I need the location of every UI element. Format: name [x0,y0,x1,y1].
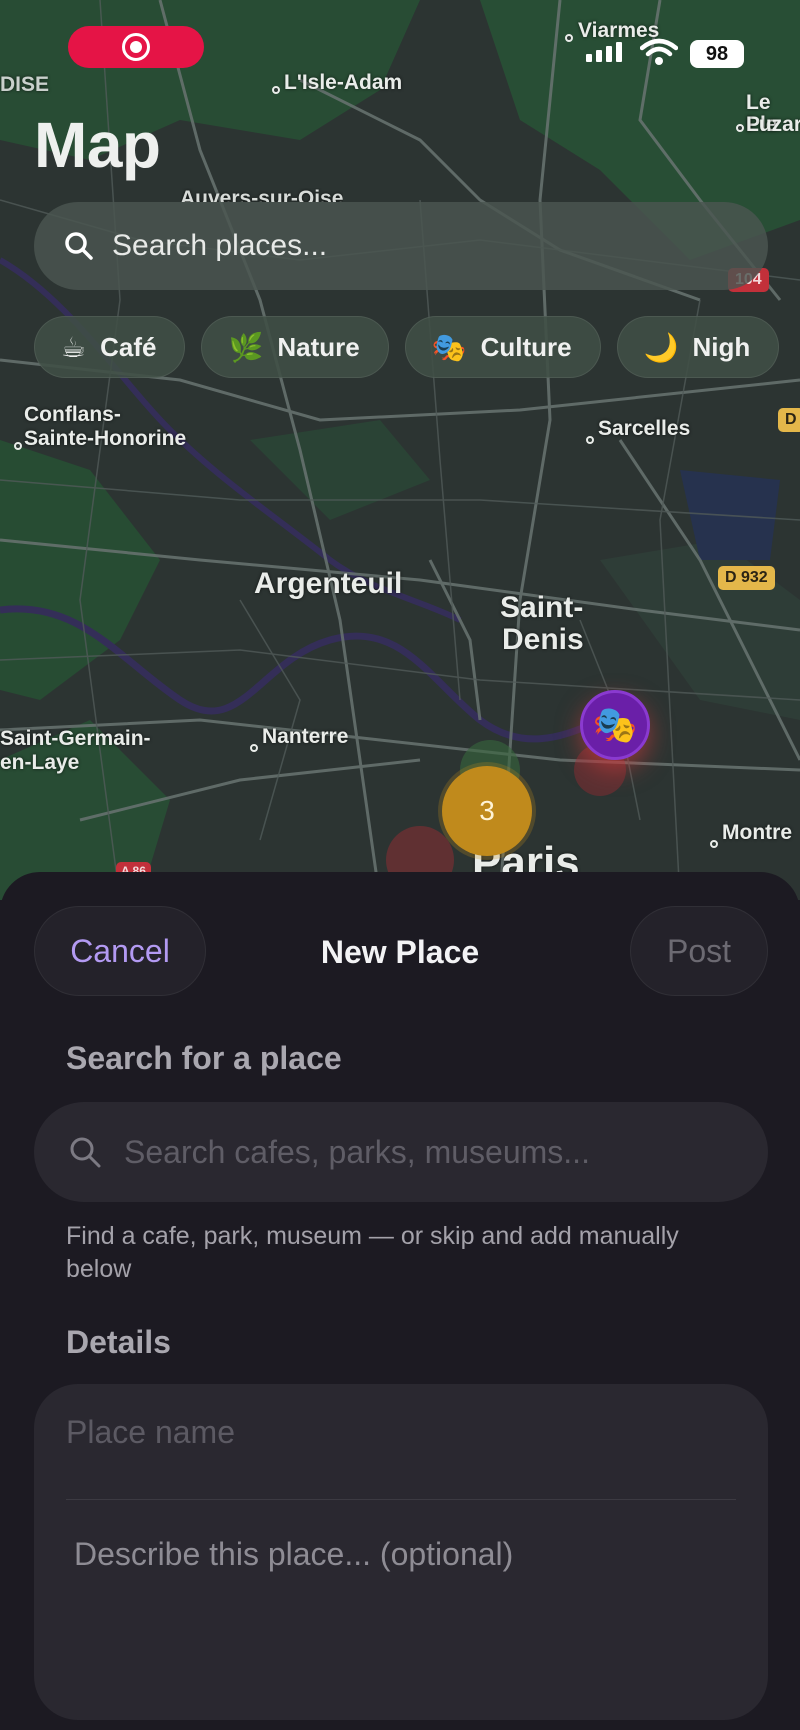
moon-icon: 🌙 [643,331,679,363]
place-label-saint-germain-2: en-Laye [0,751,80,774]
place-label-argenteuil: Argenteuil [254,567,403,600]
place-dot [272,86,280,94]
place-dot [14,442,22,450]
map-search-placeholder: Search places... [112,229,328,262]
chip-culture[interactable]: 🎭 Culture [404,316,601,378]
page-title: Map [34,109,161,181]
screen-recording-indicator[interactable] [68,26,204,68]
details-section-label: Details [66,1324,171,1360]
chip-label: Café [100,331,157,362]
theater-masks-icon: 🎭 [592,704,638,745]
place-search-input[interactable]: Search cafes, parks, museums... [34,1102,768,1202]
place-dot [250,744,258,752]
search-section-label: Search for a place [66,1040,342,1076]
cellular-signal-icon [586,42,622,62]
place-label-auvers: Auvers-sur-Oise [180,188,344,202]
place-label-nanterre: Nanterre [262,725,349,748]
place-label-conflans-2: Sainte-Honorine [24,427,187,450]
chip-label: Nature [277,331,360,362]
description-field[interactable]: Describe this place... (optional) [74,1536,513,1573]
theater-masks-icon: 🎭 [431,331,467,363]
place-label-montreuil: Montre [722,821,792,844]
place-label-saint-germain-1: Saint-Germain- [0,727,151,750]
place-dot [736,124,744,132]
culture-place-marker[interactable]: 🎭 [580,690,650,760]
wifi-icon [640,38,678,65]
chip-nightlife[interactable]: 🌙 Nigh [616,316,780,378]
place-label-saint-denis-2: Denis [502,623,584,656]
leaf-icon: 🌿 [228,331,264,363]
chip-label: Nigh [692,331,751,362]
road-badge-d: D [778,408,800,432]
road-badge-d932: D 932 [718,566,775,590]
place-cluster-marker[interactable]: 3 [442,766,532,856]
search-icon [70,1137,101,1168]
category-chips: ☕ Café 🌿 Nature 🎭 Culture 🌙 Nigh [34,316,780,378]
chip-label: Culture [480,331,572,362]
place-dot [586,436,594,444]
place-label-luzarches: Luzarc [746,113,800,136]
coffee-icon: ☕ [61,331,87,363]
place-label-saint-denis-1: Saint- [500,591,584,624]
place-label-conflans-1: Conflans- [24,403,121,426]
post-button[interactable]: Post [630,906,768,996]
place-label-oise: DISE [0,73,50,96]
map-view[interactable]: Viarmes DISE L'Isle-Adam Le Ple Luzarc A… [0,0,800,900]
details-card: Place name Describe this place... (optio… [34,1384,768,1720]
battery-indicator: 98 [690,40,744,68]
place-name-field[interactable]: Place name [66,1414,235,1451]
chip-cafe[interactable]: ☕ Café [34,316,186,378]
place-label-lisle-adam: L'Isle-Adam [284,71,403,94]
place-search-placeholder: Search cafes, parks, museums... [124,1133,590,1170]
chip-nature[interactable]: 🌿 Nature [201,316,389,378]
place-label-sarcelles: Sarcelles [598,417,691,440]
place-dot [565,34,573,42]
search-helper-text: Find a cafe, park, museum — or skip and … [66,1222,679,1283]
record-icon [122,33,150,61]
place-dot [710,840,718,848]
new-place-sheet: Cancel New Place Post Search for a place… [0,872,800,1730]
search-icon [65,232,93,260]
field-divider [66,1499,736,1500]
map-search-bar[interactable]: Search places... [34,202,768,290]
